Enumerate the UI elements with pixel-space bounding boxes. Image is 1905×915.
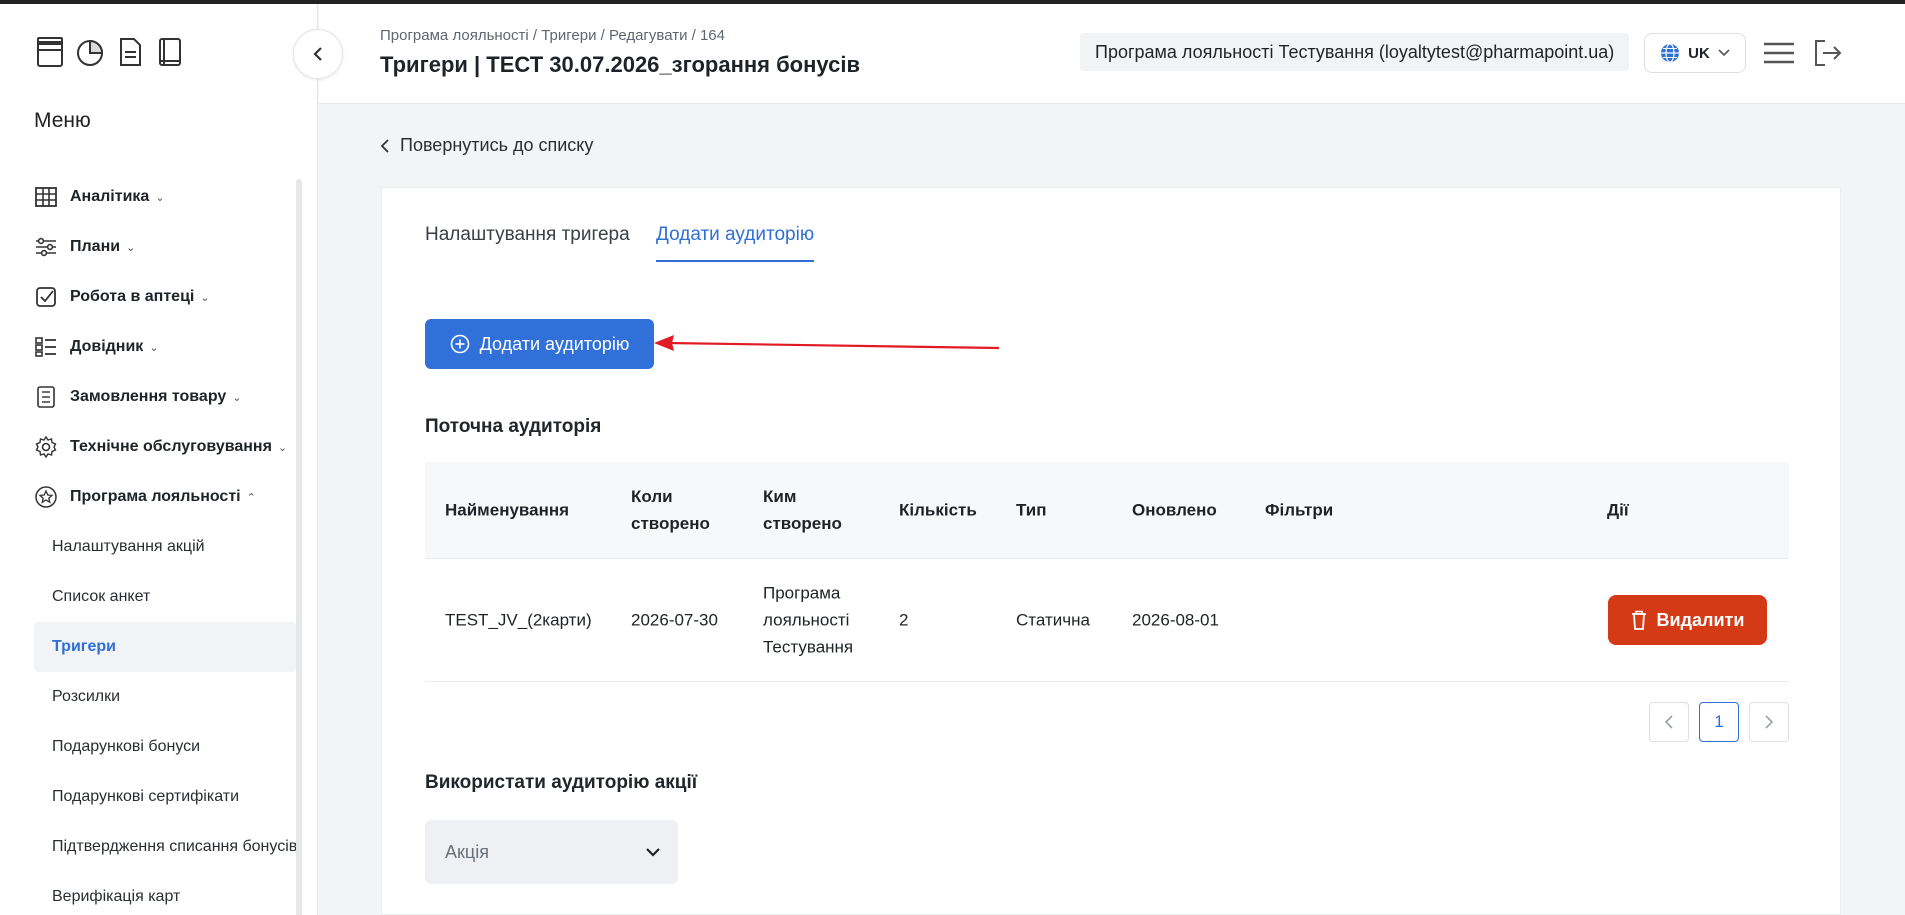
cell-created-at: 2026-07-30 bbox=[631, 610, 718, 630]
chevron-down-icon: ⌄ bbox=[149, 341, 159, 354]
document-icon[interactable] bbox=[116, 36, 144, 68]
sidebar-scrollbar[interactable] bbox=[296, 179, 302, 915]
checkbox-icon bbox=[34, 285, 58, 309]
sidebar: Меню Аналітика ⌄ Плани ⌄ Робота в аптеці ⌄ … bbox=[0, 4, 318, 915]
audience-table: Найменування Коли створено Ким створено … bbox=[425, 462, 1789, 682]
app-logos bbox=[36, 36, 184, 68]
list-icon bbox=[34, 335, 58, 359]
pagination-prev-button[interactable] bbox=[1649, 702, 1689, 742]
promo-select[interactable]: Акція bbox=[425, 820, 678, 884]
sidebar-item-label: Довідник bbox=[70, 338, 144, 355]
use-promo-audience-title: Використати аудиторію акції bbox=[425, 772, 698, 793]
chevron-down-icon: ⌄ bbox=[200, 291, 210, 304]
chevron-down-icon: ⌄ bbox=[232, 391, 242, 404]
sidebar-subitem-questionnaires[interactable]: Список анкет bbox=[34, 572, 296, 622]
top-header: Програма лояльності / Тригери / Редагува… bbox=[319, 4, 1905, 104]
sidebar-subitem-gift-certificates[interactable]: Подарункові сертифікати bbox=[34, 772, 296, 822]
promo-select-placeholder: Акція bbox=[445, 841, 489, 862]
sliders-icon bbox=[34, 235, 58, 259]
breadcrumb[interactable]: Програма лояльності / Тригери / Редагува… bbox=[380, 27, 725, 44]
sidebar-item-analytics[interactable]: Аналітика ⌄ bbox=[0, 172, 300, 222]
cell-name: TEST_JV_(2карти) bbox=[445, 610, 592, 630]
sidebar-item-maintenance[interactable]: Технічне обслуговування ⌄ bbox=[0, 422, 300, 472]
tab-add-audience[interactable]: Додати аудиторію bbox=[656, 224, 815, 262]
page-title: Тригери | ТЕСТ 30.07.2026_згорання бонус… bbox=[380, 52, 860, 77]
language-code: UK bbox=[1688, 44, 1710, 62]
pie-chart-icon[interactable] bbox=[76, 36, 104, 68]
sidebar-item-label: Замовлення товару bbox=[70, 388, 227, 405]
column-header-filters: Фільтри bbox=[1265, 500, 1334, 520]
language-selector[interactable]: UK bbox=[1644, 33, 1746, 73]
trash-icon bbox=[1631, 610, 1646, 630]
account-badge: Програма лояльності Тестування (loyaltyt… bbox=[1080, 33, 1630, 71]
sidebar-item-orders[interactable]: Замовлення товару ⌄ bbox=[0, 372, 300, 422]
column-header-count: Кількість bbox=[899, 500, 977, 520]
sidebar-item-label: Технічне обслуговування bbox=[70, 438, 272, 455]
chevron-left-icon bbox=[1664, 715, 1673, 729]
sidebar-item-pharmacy-work[interactable]: Робота в аптеці ⌄ bbox=[0, 272, 300, 322]
archive-box-icon[interactable] bbox=[36, 36, 64, 68]
column-header-name: Найменування bbox=[445, 500, 570, 520]
menu-title: Меню bbox=[34, 109, 91, 132]
cell-updated: 2026-08-01 bbox=[1132, 610, 1219, 630]
sidebar-item-label: Програма лояльності bbox=[70, 488, 241, 505]
sidebar-item-directory[interactable]: Довідник ⌄ bbox=[0, 322, 300, 372]
sidebar-item-label: Плани bbox=[70, 238, 121, 255]
sidebar-item-plans[interactable]: Плани ⌄ bbox=[0, 222, 300, 272]
column-header-actions: Дії bbox=[1607, 500, 1629, 520]
sidebar-item-label: Робота в аптеці bbox=[70, 288, 195, 305]
sidebar-subitem-bonus-writeoff-confirmation[interactable]: Підтвердження списання бонусів bbox=[34, 822, 296, 872]
sidebar-subitem-triggers[interactable]: Тригери bbox=[34, 622, 296, 672]
main-card: Налаштування тригера Додати аудиторію До… bbox=[381, 187, 1841, 915]
delete-button[interactable]: Видалити bbox=[1608, 595, 1767, 645]
sidebar-item-label: Аналітика bbox=[70, 188, 150, 205]
add-audience-button[interactable]: Додати аудиторію bbox=[425, 319, 654, 369]
logout-icon[interactable] bbox=[1813, 38, 1843, 68]
plus-circle-icon bbox=[450, 334, 469, 354]
sidebar-item-loyalty-program[interactable]: Програма лояльності ⌃ bbox=[0, 472, 300, 522]
chevron-down-icon bbox=[646, 847, 660, 857]
chevron-down-icon: ⌄ bbox=[277, 441, 288, 454]
column-header-updated: Оновлено bbox=[1132, 500, 1217, 520]
sidebar-subitem-promo-settings[interactable]: Налаштування акцій bbox=[34, 522, 296, 572]
sidebar-subitem-mailings[interactable]: Розсилки bbox=[34, 672, 296, 722]
sidebar-subitem-gift-bonuses[interactable]: Подарункові бонуси bbox=[34, 722, 296, 772]
table-header: Найменування Коли створено Ким створено … bbox=[425, 462, 1789, 559]
column-header-created-by: Ким створено bbox=[763, 487, 842, 533]
star-badge-icon bbox=[34, 485, 58, 509]
chevron-down-icon bbox=[1718, 49, 1730, 57]
tab-trigger-settings[interactable]: Налаштування тригера bbox=[425, 224, 630, 260]
current-audience-title: Поточна аудиторія bbox=[425, 416, 602, 437]
chevron-down-icon: ⌄ bbox=[155, 191, 165, 204]
globe-icon bbox=[1661, 43, 1680, 63]
sidebar-subitem-card-verification[interactable]: Верифікація карт bbox=[34, 872, 296, 915]
hamburger-menu-icon[interactable] bbox=[1763, 42, 1795, 64]
add-audience-label: Додати аудиторію bbox=[479, 333, 630, 354]
column-header-created-at: Коли створено bbox=[631, 487, 710, 533]
chevron-left-icon bbox=[380, 138, 389, 153]
chevron-left-icon bbox=[313, 47, 322, 61]
pagination-next-button[interactable] bbox=[1749, 702, 1789, 742]
cell-created-by: Програма лояльності Тестування bbox=[763, 583, 854, 657]
sidebar-collapse-button[interactable] bbox=[293, 29, 343, 79]
cell-count: 2 bbox=[899, 610, 909, 630]
table-grid-icon bbox=[34, 185, 58, 209]
chevron-up-icon: ⌃ bbox=[246, 491, 256, 504]
back-label: Повернутись до списку bbox=[400, 135, 594, 155]
book-icon[interactable] bbox=[156, 36, 184, 68]
clipboard-list-icon bbox=[34, 385, 58, 409]
chevron-down-icon: ⌄ bbox=[126, 241, 136, 254]
table-row: TEST_JV_(2карти) 2026-07-30 Програма лоя… bbox=[425, 559, 1789, 682]
gear-icon bbox=[34, 435, 58, 459]
column-header-type: Тип bbox=[1016, 500, 1047, 520]
delete-label: Видалити bbox=[1656, 609, 1745, 630]
chevron-right-icon bbox=[1765, 715, 1774, 729]
cell-type: Статична bbox=[1016, 610, 1090, 630]
sidebar-nav: Аналітика ⌄ Плани ⌄ Робота в аптеці ⌄ Довід… bbox=[0, 172, 300, 915]
pagination-page-current[interactable]: 1 bbox=[1699, 702, 1739, 742]
back-to-list-link[interactable]: Повернутись до списку bbox=[380, 135, 593, 156]
